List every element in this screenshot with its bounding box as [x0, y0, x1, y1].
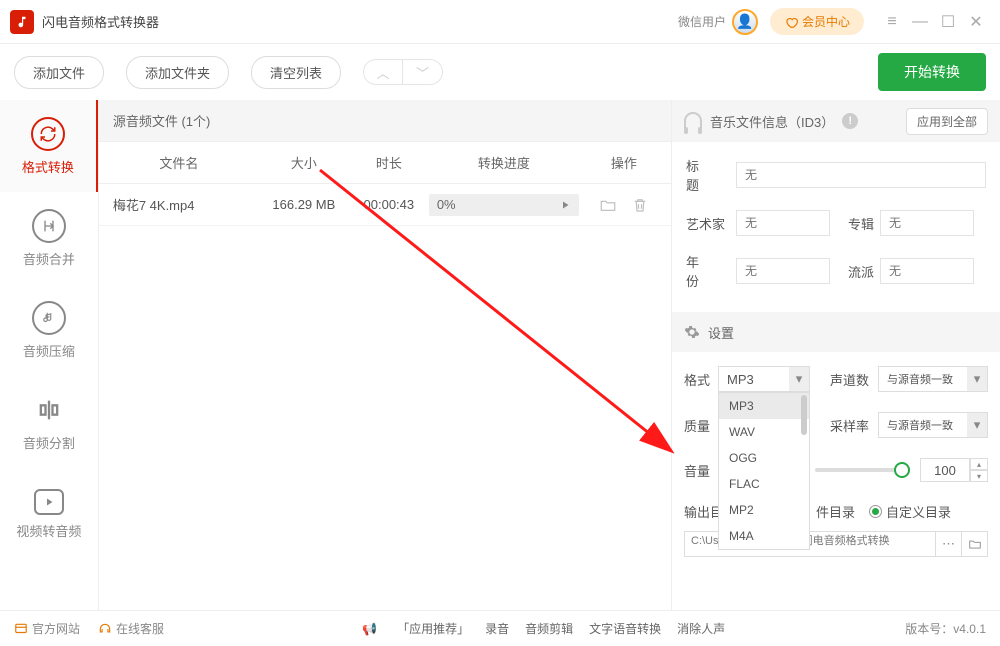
- format-option-mp3[interactable]: MP3: [719, 393, 809, 419]
- volume-down[interactable]: ▾: [970, 470, 988, 482]
- apply-all-button[interactable]: 应用到全部: [906, 108, 988, 135]
- convert-icon: [31, 117, 65, 151]
- chevron-down-icon: ▾: [967, 413, 987, 437]
- app-recommend-label: 「应用推荐」: [397, 620, 469, 637]
- app-link-record[interactable]: 录音: [485, 620, 509, 637]
- add-folder-button[interactable]: 添加文件夹: [126, 56, 229, 89]
- member-center-button[interactable]: 会员中心: [770, 8, 864, 35]
- chevron-down-icon: ▾: [967, 367, 987, 391]
- start-convert-button[interactable]: 开始转换: [878, 53, 986, 91]
- play-icon: [559, 199, 571, 211]
- custom-dir-radio[interactable]: [869, 505, 882, 518]
- menu-icon[interactable]: ≡: [878, 8, 906, 36]
- source-files-header: 源音频文件 (1个): [99, 100, 671, 142]
- app-link-tts[interactable]: 文字语音转换: [589, 620, 661, 637]
- format-option-ogg[interactable]: OGG: [719, 445, 809, 471]
- app-link-edit[interactable]: 音频剪辑: [525, 620, 573, 637]
- maximize-button[interactable]: ☐: [934, 8, 962, 36]
- genre-input[interactable]: [880, 258, 974, 284]
- delete-icon[interactable]: [631, 196, 649, 214]
- move-up-button[interactable]: ︿: [363, 59, 403, 85]
- close-button[interactable]: ✕: [962, 8, 990, 36]
- sidebar-item-audio-split[interactable]: 音频分割: [0, 376, 98, 468]
- video-icon: [34, 489, 64, 515]
- folder-icon[interactable]: [599, 196, 617, 214]
- settings-header: 设置: [672, 312, 1000, 352]
- gear-icon: [684, 324, 700, 340]
- sidebar-item-format-convert[interactable]: 格式转换: [0, 100, 98, 192]
- channels-select[interactable]: 与源音频一致▾: [878, 366, 988, 392]
- col-duration: 时长: [349, 153, 429, 172]
- headphone-icon: [684, 112, 702, 130]
- col-filename: 文件名: [99, 153, 259, 172]
- horn-icon: 📢: [362, 622, 377, 636]
- split-icon: [32, 393, 66, 427]
- format-dropdown[interactable]: MP3 WAV OGG FLAC MP2 M4A: [718, 392, 810, 550]
- path-more-button[interactable]: ⋯: [936, 531, 962, 557]
- customer-service-link[interactable]: 在线客服: [98, 620, 164, 637]
- compress-icon: [32, 301, 66, 335]
- format-select[interactable]: MP3▾: [718, 366, 810, 392]
- dropdown-scrollbar[interactable]: [801, 395, 807, 435]
- sidebar-item-audio-merge[interactable]: 音频合并: [0, 192, 98, 284]
- volume-slider[interactable]: [815, 468, 910, 472]
- version-label: 版本号：v4.0.1: [905, 620, 986, 637]
- minimize-button[interactable]: —: [906, 8, 934, 36]
- official-site-link[interactable]: 官方网站: [14, 620, 80, 637]
- format-option-m4a[interactable]: M4A: [719, 523, 809, 549]
- format-option-flac[interactable]: FLAC: [719, 471, 809, 497]
- volume-value: 100: [920, 458, 970, 482]
- clear-list-button[interactable]: 清空列表: [251, 56, 341, 89]
- format-option-mp2[interactable]: MP2: [719, 497, 809, 523]
- col-size: 大小: [259, 153, 349, 172]
- avatar-icon: 👤: [732, 9, 758, 35]
- add-file-button[interactable]: 添加文件: [14, 56, 104, 89]
- slider-thumb[interactable]: [894, 462, 910, 478]
- table-row[interactable]: 梅花7 4K.mp4 166.29 MB 00:00:43 0%: [99, 184, 671, 226]
- merge-icon: [32, 209, 66, 243]
- col-progress: 转换进度: [429, 153, 579, 172]
- volume-up[interactable]: ▴: [970, 458, 988, 470]
- id3-header: 音乐文件信息（ID3）: [710, 112, 834, 131]
- title-input[interactable]: [736, 162, 986, 188]
- progress-bar[interactable]: 0%: [429, 194, 579, 216]
- sidebar-item-audio-compress[interactable]: 音频压缩: [0, 284, 98, 376]
- format-option-wav[interactable]: WAV: [719, 419, 809, 445]
- artist-input[interactable]: [736, 210, 830, 236]
- app-logo: [10, 10, 34, 34]
- app-link-denoise[interactable]: 消除人声: [677, 620, 725, 637]
- info-icon[interactable]: !: [842, 113, 858, 129]
- album-input[interactable]: [880, 210, 974, 236]
- sidebar-item-video-to-audio[interactable]: 视频转音频: [0, 468, 98, 560]
- chevron-down-icon: ▾: [789, 367, 809, 391]
- wechat-user[interactable]: 微信用户 👤: [678, 9, 758, 35]
- year-input[interactable]: [736, 258, 830, 284]
- samplerate-select[interactable]: 与源音频一致▾: [878, 412, 988, 438]
- col-operation: 操作: [579, 153, 669, 172]
- move-down-button[interactable]: ﹀: [403, 59, 443, 85]
- app-title: 闪电音频格式转换器: [42, 12, 159, 31]
- browse-folder-button[interactable]: [962, 531, 988, 557]
